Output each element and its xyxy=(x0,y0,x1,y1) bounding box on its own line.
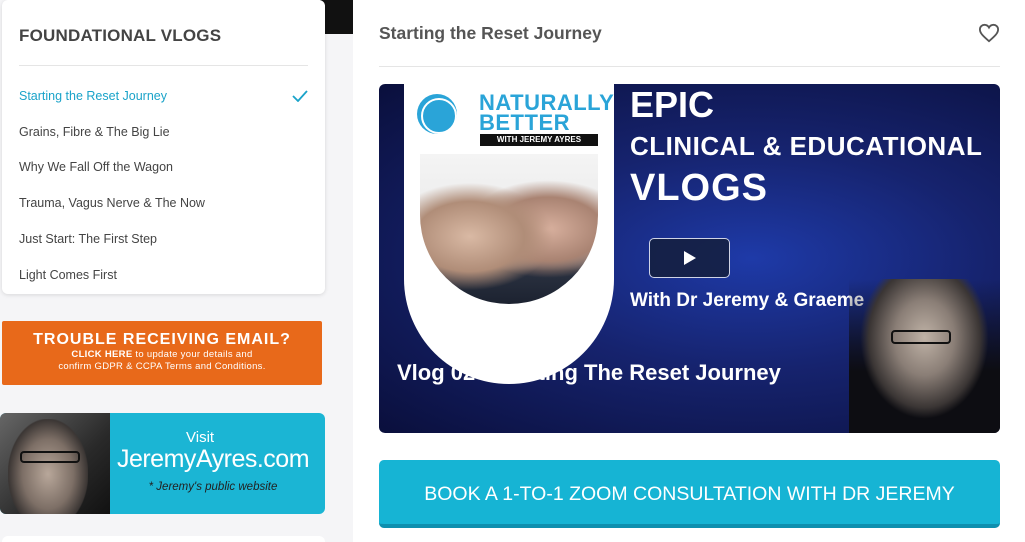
site-banner-url: JeremyAyres.com xyxy=(116,445,310,473)
video-heading-epic: EPIC xyxy=(630,84,715,125)
sidebar-bottom-card xyxy=(2,536,325,542)
main-header: Starting the Reset Journey xyxy=(379,0,1000,67)
video-with-text: With Dr Jeremy & Graeme xyxy=(630,290,865,311)
main-panel: Starting the Reset Journey NATURALLY BET… xyxy=(353,0,1025,542)
jeremy-photo xyxy=(0,413,110,514)
naturally-better-logo-icon xyxy=(417,94,457,134)
vlog-item-label: Just Start: The First Step xyxy=(19,232,158,247)
vlog-item-grains-fibre[interactable]: Grains, Fibre & The Big Lie xyxy=(19,114,308,150)
email-banner-click-here: CLICK HERE xyxy=(71,349,133,360)
public-website-banner[interactable]: Visit JeremyAyres.com * Jeremy's public … xyxy=(0,413,325,514)
vlog-item-label: Light Comes First xyxy=(19,267,117,282)
doctor-glasses xyxy=(891,330,951,344)
sidebar: FOUNDATIONAL VLOGS Starting the Reset Jo… xyxy=(2,0,325,294)
play-icon xyxy=(683,251,696,265)
top-dark-bar xyxy=(320,0,356,34)
logo-strip: WITH JEREMY AYRES xyxy=(480,134,598,146)
email-banner-line1-rest: to update your details and xyxy=(132,349,253,360)
video-vlog-title: Vlog 02 - Starting The Reset Journey xyxy=(397,360,781,385)
jeremy-glasses xyxy=(20,451,80,463)
jeremy-face xyxy=(8,419,88,514)
video-heading-vlogs: VLOGS xyxy=(630,167,769,209)
vlog-list-card: FOUNDATIONAL VLOGS Starting the Reset Jo… xyxy=(2,0,325,294)
logo-text-better: BETTER xyxy=(479,110,570,135)
site-banner-note: * Jeremy's public website xyxy=(148,481,278,493)
site-banner-visit: Visit xyxy=(186,429,215,446)
email-banner-headline: TROUBLE RECEIVING EMAIL? xyxy=(33,331,291,348)
vlog-item-label: Grains, Fibre & The Big Lie xyxy=(19,124,170,139)
doctor-photo xyxy=(849,279,1000,433)
video-logo-panel: NATURALLY BETTER WITH JEREMY AYRES xyxy=(404,84,614,384)
book-consultation-button[interactable]: BOOK A 1-TO-1 ZOOM CONSULTATION WITH DR … xyxy=(379,460,1000,528)
email-banner-line2: confirm GDPR & CCPA Terms and Conditions… xyxy=(58,361,266,372)
vlog-item-label: Why We Fall Off the Wagon xyxy=(19,160,173,175)
vlog-item-fall-off-wagon[interactable]: Why We Fall Off the Wagon xyxy=(19,150,308,186)
vlog-item-label: Starting the Reset Journey xyxy=(19,88,167,103)
vlog-item-trauma-vagus[interactable]: Trauma, Vagus Nerve & The Now xyxy=(19,185,308,221)
video-player[interactable]: NATURALLY BETTER WITH JEREMY AYRES EPIC … xyxy=(379,84,1000,433)
vlog-item-just-start[interactable]: Just Start: The First Step xyxy=(19,221,308,257)
vlog-item-starting-reset[interactable]: Starting the Reset Journey xyxy=(19,78,308,114)
video-heading-clinical: CLINICAL & EDUCATIONAL xyxy=(630,131,983,161)
email-trouble-banner[interactable]: TROUBLE RECEIVING EMAIL? CLICK HERE to u… xyxy=(2,321,322,385)
check-icon xyxy=(292,90,308,102)
vlog-list-title: FOUNDATIONAL VLOGS xyxy=(19,26,308,66)
hosts-photo xyxy=(420,154,598,304)
heart-icon[interactable] xyxy=(978,23,1000,43)
vlog-item-label: Trauma, Vagus Nerve & The Now xyxy=(19,196,205,211)
vlog-list: Starting the Reset Journey Grains, Fibre… xyxy=(19,78,308,293)
play-button[interactable] xyxy=(649,238,730,278)
vlog-item-light-first[interactable]: Light Comes First xyxy=(19,257,308,293)
email-banner-line1: CLICK HERE to update your details and xyxy=(2,349,322,361)
page-title: Starting the Reset Journey xyxy=(379,22,602,43)
